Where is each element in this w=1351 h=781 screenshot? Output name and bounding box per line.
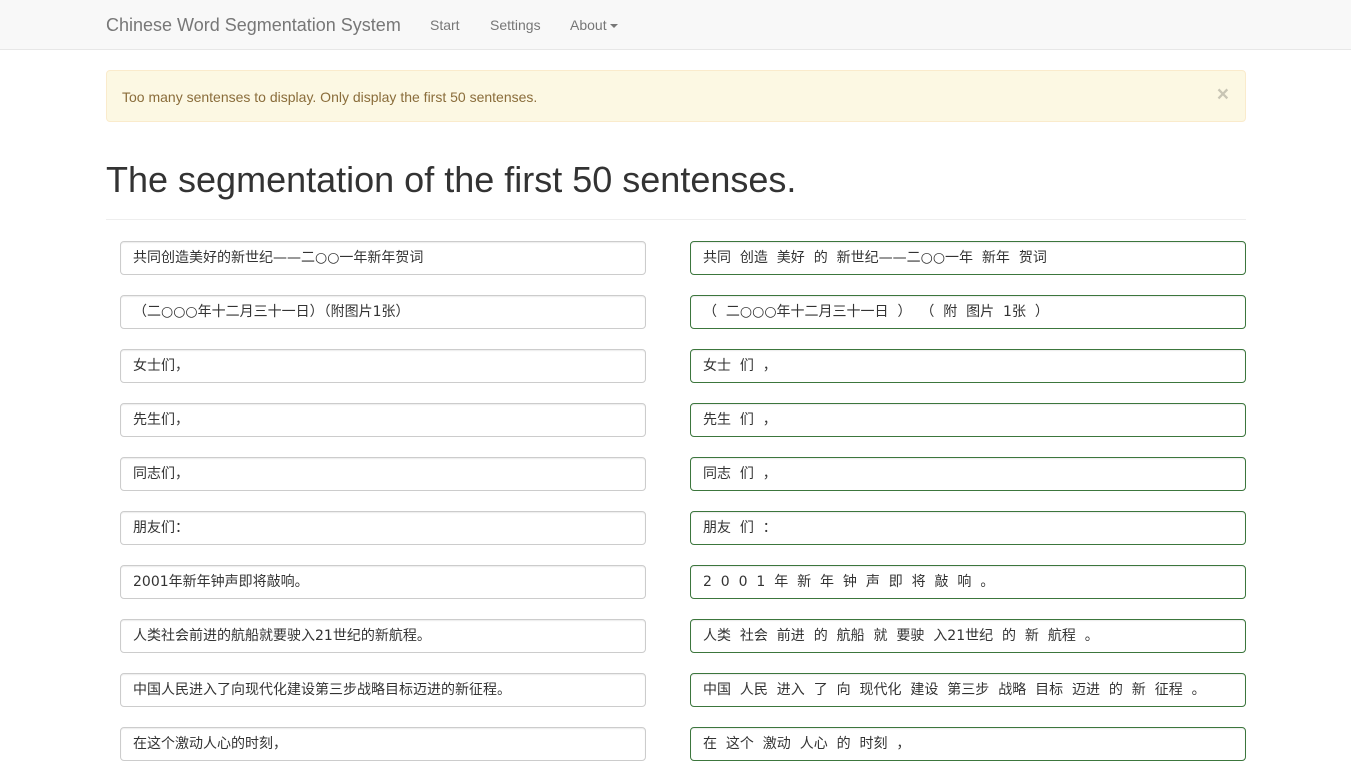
alert-message: Too many sentenses to display. Only disp… [122,89,538,105]
source-sentence-field[interactable]: 女士们， [120,349,646,383]
segmented-sentence-field[interactable]: 在 这个 激动 人心 的 时刻 ， [690,727,1246,761]
sentence-row: 2001年新年钟声即将敲响。 2 0 0 1 年 新 年 钟 声 即 将 敲 响… [0,565,1351,619]
nav-about-label: About [570,17,607,33]
segmented-sentence-field[interactable]: （ 二○○○年十二月三十一日 ） （ 附 图片 1张 ） [690,295,1246,329]
sentence-row: 女士们， 女士 们 ， [0,349,1351,403]
source-sentence-field[interactable]: 人类社会前进的航船就要驶入21世纪的新航程。 [120,619,646,653]
segmented-sentence-field[interactable]: 2 0 0 1 年 新 年 钟 声 即 将 敲 响 。 [690,565,1246,599]
nav-about-dropdown[interactable]: About [570,16,618,34]
navbar: Chinese Word Segmentation System Start S… [0,0,1351,50]
page-title: The segmentation of the first 50 sentens… [106,159,797,200]
source-sentence-field[interactable]: 朋友们： [120,511,646,545]
source-sentence-field[interactable]: 在这个激动人心的时刻， [120,727,646,761]
sentence-row: 共同创造美好的新世纪——二○○一年新年贺词 共同 创造 美好 的 新世纪——二○… [0,241,1351,295]
sentence-row: 中国人民进入了向现代化建设第三步战略目标迈进的新征程。 中国 人民 进入 了 向… [0,673,1351,727]
sentence-list: 共同创造美好的新世纪——二○○一年新年贺词 共同 创造 美好 的 新世纪——二○… [0,241,1351,781]
segmented-sentence-field[interactable]: 同志 们 ， [690,457,1246,491]
brand-link[interactable]: Chinese Word Segmentation System [106,14,401,36]
segmented-sentence-field[interactable]: 中国 人民 进入 了 向 现代化 建设 第三步 战略 目标 迈进 的 新 征程 … [690,673,1246,707]
sentence-row: （二○○○年十二月三十一日）（附图片1张） （ 二○○○年十二月三十一日 ） （… [0,295,1351,349]
sentence-row: 朋友们： 朋友 们 ： [0,511,1351,565]
close-icon[interactable]: × [1217,84,1229,105]
segmented-sentence-field[interactable]: 先生 们 ， [690,403,1246,437]
source-sentence-field[interactable]: （二○○○年十二月三十一日）（附图片1张） [120,295,646,329]
source-sentence-field[interactable]: 先生们， [120,403,646,437]
warning-alert: Too many sentenses to display. Only disp… [106,70,1246,122]
title-divider [106,219,1246,220]
sentence-row: 同志们， 同志 们 ， [0,457,1351,511]
source-sentence-field[interactable]: 同志们， [120,457,646,491]
nav-start[interactable]: Start [430,16,460,34]
caret-down-icon [609,24,618,29]
sentence-row: 在这个激动人心的时刻， 在 这个 激动 人心 的 时刻 ， [0,727,1351,781]
nav-settings[interactable]: Settings [490,16,541,34]
source-sentence-field[interactable]: 中国人民进入了向现代化建设第三步战略目标迈进的新征程。 [120,673,646,707]
segmented-sentence-field[interactable]: 女士 们 ， [690,349,1246,383]
segmented-sentence-field[interactable]: 朋友 们 ： [690,511,1246,545]
source-sentence-field[interactable]: 2001年新年钟声即将敲响。 [120,565,646,599]
sentence-row: 人类社会前进的航船就要驶入21世纪的新航程。 人类 社会 前进 的 航船 就 要… [0,619,1351,673]
source-sentence-field[interactable]: 共同创造美好的新世纪——二○○一年新年贺词 [120,241,646,275]
segmented-sentence-field[interactable]: 共同 创造 美好 的 新世纪——二○○一年 新年 贺词 [690,241,1246,275]
segmented-sentence-field[interactable]: 人类 社会 前进 的 航船 就 要驶 入21世纪 的 新 航程 。 [690,619,1246,653]
sentence-row: 先生们， 先生 们 ， [0,403,1351,457]
